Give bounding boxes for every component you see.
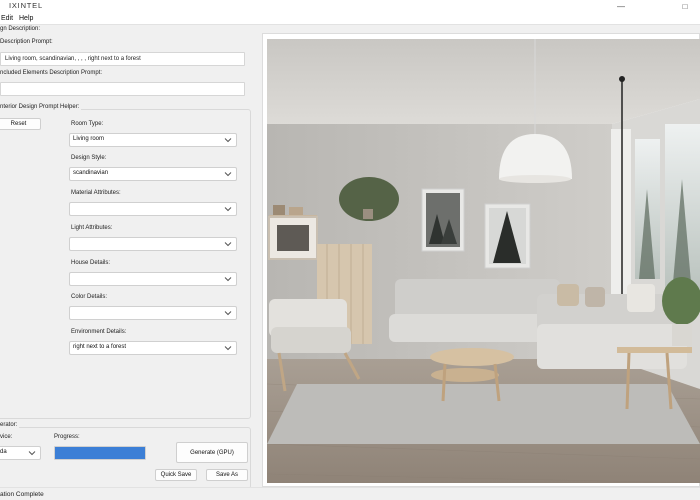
design-style-select[interactable]: scandinavian (69, 167, 237, 181)
material-attributes-label: Material Attributes: (71, 190, 121, 196)
design-style-value: scandinavian (73, 170, 109, 176)
generated-image (267, 39, 700, 483)
description-prompt-input[interactable]: Living room, scandinavian, , , , right n… (0, 52, 245, 66)
menu-help[interactable]: Help (19, 15, 33, 22)
design-section-label: gn Description: (0, 26, 41, 32)
room-type-label: Room Type: (71, 121, 104, 127)
description-prompt-label: Description Prompt: (0, 39, 53, 45)
design-style-label: Design Style: (71, 155, 107, 161)
chevron-down-icon (224, 172, 232, 177)
generated-living-room-image (267, 39, 700, 483)
progress-fill (55, 447, 145, 459)
chevron-down-icon (224, 346, 232, 351)
environment-details-select[interactable]: right next to a forest (69, 341, 237, 355)
color-details-label: Color Details: (71, 294, 108, 300)
chevron-down-icon (224, 311, 232, 316)
excluded-elements-input[interactable] (0, 82, 245, 96)
status-text: ation Complete (0, 491, 44, 498)
environment-details-label: Environment Details: (71, 329, 127, 335)
chevron-down-icon (224, 242, 232, 247)
attributes-group: Room Type: Living room Design Style: sca… (64, 113, 250, 413)
house-details-label: House Details: (71, 260, 111, 266)
environment-details-value: right next to a forest (73, 344, 127, 350)
device-select[interactable]: da (0, 446, 41, 460)
light-attributes-select[interactable] (69, 237, 237, 251)
chevron-down-icon (224, 277, 232, 282)
quick-save-button[interactable]: Quick Save (155, 469, 197, 481)
menu-bar: Edit Help (0, 13, 700, 25)
light-attributes-label: Light Attributes: (71, 225, 113, 231)
excluded-elements-label: ncluded Elements Description Prompt: (0, 70, 103, 76)
progress-label: Progress: (54, 434, 80, 440)
room-type-select[interactable]: Living room (69, 133, 237, 147)
generator-label: erator: (0, 422, 20, 428)
menu-edit[interactable]: Edit (1, 15, 13, 22)
chevron-down-icon (224, 207, 232, 212)
status-bar: ation Complete (0, 487, 700, 500)
generate-gpu-button[interactable]: Generate (GPU) (176, 442, 248, 463)
title-bar: IXINTEL — □ (0, 0, 700, 13)
save-as-button[interactable]: Save As (206, 469, 248, 481)
device-label: vice: (0, 434, 13, 440)
material-attributes-select[interactable] (69, 202, 237, 216)
app-title: IXINTEL (9, 1, 43, 10)
prompt-helper-label: nterior Design Prompt Helper: (0, 104, 82, 110)
device-value: da (0, 449, 7, 455)
maximize-icon[interactable]: □ (675, 1, 695, 12)
minimize-icon[interactable]: — (611, 1, 631, 12)
room-type-value: Living room (73, 136, 105, 142)
color-details-select[interactable] (69, 306, 237, 320)
progress-bar (54, 446, 146, 460)
chevron-down-icon (28, 451, 36, 456)
chevron-down-icon (224, 138, 232, 143)
house-details-select[interactable] (69, 272, 237, 286)
reset-button[interactable]: Reset (0, 118, 41, 130)
left-panel: gn Description: Description Prompt: Livi… (0, 25, 255, 489)
